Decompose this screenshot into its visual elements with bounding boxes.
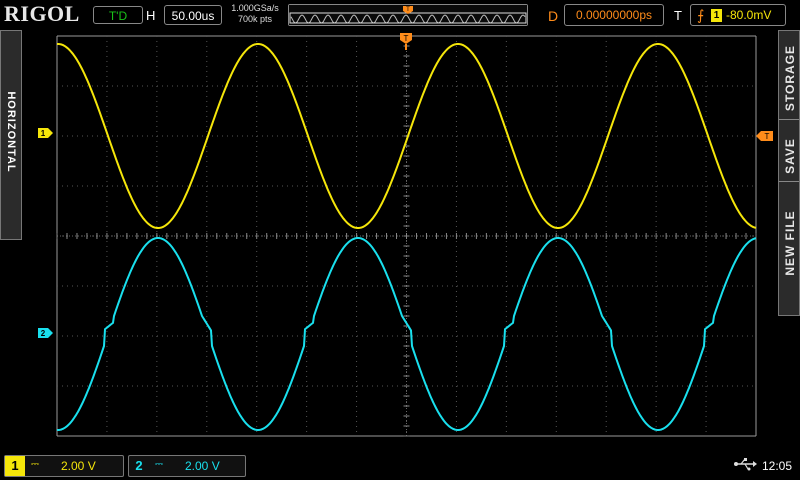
ch2-status[interactable]: 2 ⎓ 2.00 V — [128, 455, 246, 477]
delay-label: D — [548, 8, 559, 24]
usb-icon — [734, 458, 757, 471]
run-status-indicator[interactable]: T'D — [93, 6, 143, 24]
trigger-source-badge: 1 — [711, 9, 722, 22]
ch1-status[interactable]: 1 ⎓ 2.00 V — [4, 455, 124, 477]
menu-item-save[interactable]: SAVE — [783, 106, 797, 206]
menu-divider — [779, 181, 799, 182]
save-menu: STORAGE SAVE NEW FILE — [778, 30, 800, 316]
trigger-label: T — [674, 8, 682, 23]
acquisition-info: 1.000GSa/s 700k pts — [226, 3, 284, 25]
menu-item-new-file[interactable]: NEW FILE — [783, 193, 797, 293]
ch1-offset-marker[interactable]: 1 — [38, 128, 53, 138]
ch1-number: 1 — [5, 456, 25, 476]
trigger-position-label: T — [404, 34, 409, 43]
trigger-settings[interactable]: ⨍ 1 -80.0mV — [690, 4, 786, 26]
ch1-marker-label: 1 — [41, 129, 46, 138]
ch1-dc-coupling-icon: ⎓ — [31, 459, 39, 470]
horizontal-label: H — [146, 8, 156, 23]
waveform-display[interactable]: T 1 2 T — [0, 30, 800, 450]
trigger-position-marker[interactable]: T — [400, 33, 412, 50]
memory-overview-bar[interactable]: T — [288, 4, 528, 26]
ch2-number: 2 — [135, 458, 143, 473]
ch2-dc-coupling-icon: ⎓ — [155, 459, 163, 470]
ch2-marker-label: 2 — [41, 329, 46, 338]
trigger-level-marker-label: T — [765, 132, 770, 141]
memory-waveform-preview: T — [289, 5, 527, 25]
memory-trigger-marker-label: T — [406, 7, 410, 13]
trigger-delay-value[interactable]: 0.00000000ps — [564, 4, 664, 26]
brand-logo: RIGOL — [4, 1, 80, 26]
ch2-offset-marker[interactable]: 2 — [38, 328, 53, 338]
trigger-level-value: -80.0mV — [726, 8, 772, 22]
trigger-level-marker[interactable]: T — [756, 131, 773, 141]
memory-depth: 700k pts — [237, 14, 273, 24]
clock: 12:05 — [762, 459, 793, 473]
falling-edge-icon: ⨍ — [697, 7, 705, 23]
ch1-scale: 2.00 V — [61, 459, 96, 473]
graticule-grid — [56, 35, 757, 437]
ch2-scale: 2.00 V — [185, 459, 220, 473]
sample-rate: 1.000GSa/s — [231, 3, 279, 13]
timebase-value[interactable]: 50.00us — [164, 5, 222, 25]
